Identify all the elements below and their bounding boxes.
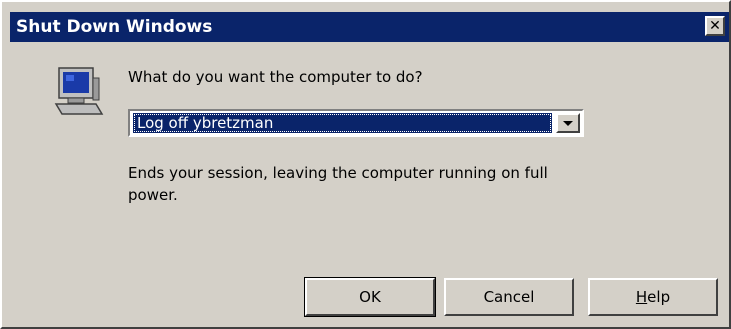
- ok-button[interactable]: OK: [304, 277, 436, 317]
- selected-action: Log off ybretzman: [133, 113, 552, 133]
- chevron-down-icon: [563, 120, 573, 126]
- dropdown-button[interactable]: [556, 113, 580, 133]
- shutdown-action-select[interactable]: Log off ybretzman: [128, 109, 584, 137]
- close-button[interactable]: ✕: [705, 16, 725, 36]
- action-description: Ends your session, leaving the computer …: [128, 164, 548, 204]
- shut-down-dialog: Shut Down Windows ✕ What do you want the…: [0, 0, 731, 329]
- help-label-rest: elp: [647, 288, 671, 306]
- prompt-label: What do you want the computer to do?: [128, 68, 423, 86]
- computer-icon: [54, 67, 104, 115]
- help-button[interactable]: Help: [588, 278, 718, 316]
- help-mnemonic: H: [635, 288, 648, 306]
- close-icon: ✕: [709, 18, 721, 34]
- cancel-button[interactable]: Cancel: [444, 278, 574, 316]
- title-bar: Shut Down Windows ✕: [10, 12, 729, 42]
- window-title: Shut Down Windows: [16, 17, 213, 37]
